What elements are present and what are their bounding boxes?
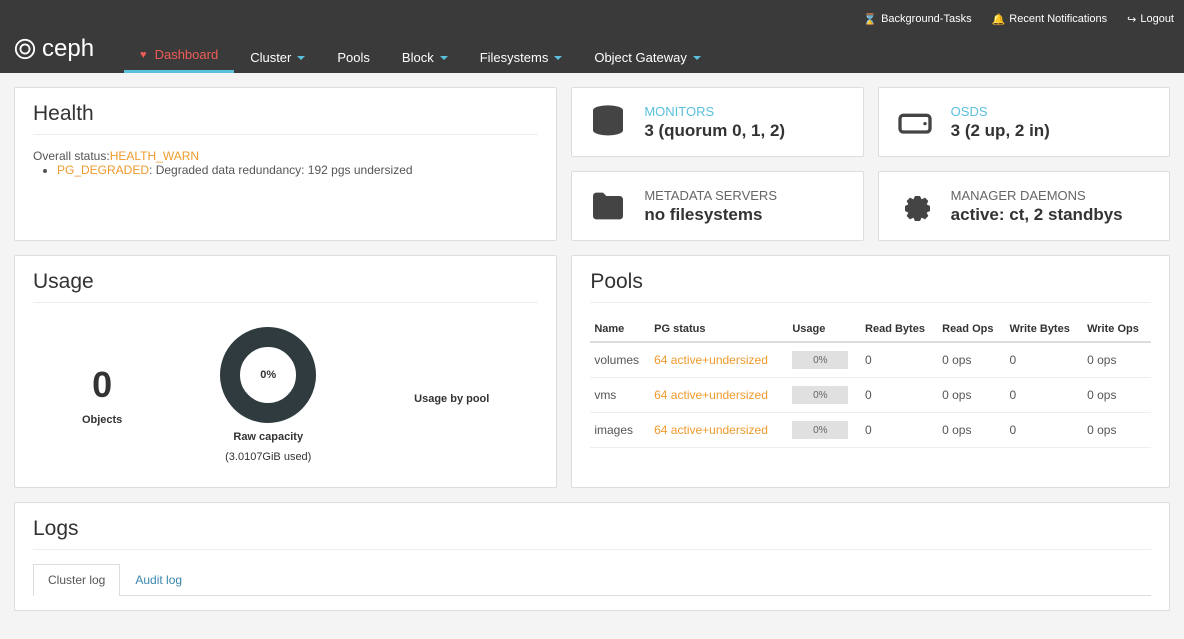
mgr-card[interactable]: MANAGER DAEMONS active: ct, 2 standbys: [878, 171, 1170, 241]
usage-title: Usage: [33, 270, 538, 303]
nav-block[interactable]: Block: [386, 40, 464, 73]
pools-title: Pools: [590, 270, 1151, 303]
navbar: ceph Dashboard Cluster Pools Block Files…: [0, 38, 1184, 73]
gear-icon: [895, 186, 935, 226]
nav-filesystems[interactable]: Filesystems: [464, 40, 579, 73]
cell-rb: 0: [861, 378, 938, 413]
mds-value: no filesystems: [644, 205, 777, 225]
cell-usage: 0%: [788, 342, 861, 378]
th-ro[interactable]: Read Ops: [938, 317, 1005, 342]
health-panel: Health Overall status:HEALTH_WARN PG_DEG…: [14, 87, 557, 241]
usage-by-pool-col: Usage by pool: [414, 385, 489, 405]
osds-title: OSDS: [951, 104, 1050, 119]
hourglass-icon: ⌛: [863, 13, 877, 26]
table-row[interactable]: images 64 active+undersized 0% 0 0 ops 0…: [590, 413, 1151, 448]
logs-title: Logs: [33, 517, 1151, 550]
health-title: Health: [33, 102, 538, 135]
cell-name: images: [590, 413, 650, 448]
cell-wo: 0 ops: [1083, 413, 1151, 448]
cell-name: vms: [590, 378, 650, 413]
cell-wo: 0 ops: [1083, 342, 1151, 378]
th-wo[interactable]: Write Ops: [1083, 317, 1151, 342]
objects-col: 0 Objects: [82, 364, 122, 426]
logs-tabs: Cluster log Audit log: [33, 564, 1151, 596]
usage-panel: Usage 0 Objects 0% Raw capacity (3.0107G…: [14, 255, 557, 488]
nav-cluster[interactable]: Cluster: [234, 40, 321, 73]
status-grid: MONITORS 3 (quorum 0, 1, 2) OSDS 3 (2 up, …: [571, 87, 1170, 241]
osds-value: 3 (2 up, 2 in): [951, 121, 1050, 141]
cell-usage: 0%: [788, 413, 861, 448]
cell-rb: 0: [861, 413, 938, 448]
objects-count: 0: [82, 364, 122, 406]
ceph-logo-icon: [14, 38, 36, 60]
cell-rb: 0: [861, 342, 938, 378]
cell-ro: 0 ops: [938, 342, 1005, 378]
mds-title: METADATA SERVERS: [644, 188, 777, 203]
tab-cluster-log[interactable]: Cluster log: [33, 564, 120, 596]
th-name[interactable]: Name: [590, 317, 650, 342]
chevron-down-icon: [554, 56, 562, 60]
hdd-icon: [895, 102, 935, 142]
topbar: ⌛Background-Tasks 🔔Recent Notifications …: [0, 0, 1184, 38]
background-tasks-link[interactable]: ⌛Background-Tasks: [863, 13, 971, 26]
tab-audit-log[interactable]: Audit log: [120, 564, 197, 595]
cell-pg: 64 active+undersized: [650, 413, 788, 448]
th-rb[interactable]: Read Bytes: [861, 317, 938, 342]
chevron-down-icon: [440, 56, 448, 60]
nav-pools[interactable]: Pools: [321, 40, 386, 73]
cell-pg: 64 active+undersized: [650, 342, 788, 378]
th-pg[interactable]: PG status: [650, 317, 788, 342]
cell-ro: 0 ops: [938, 378, 1005, 413]
cell-wo: 0 ops: [1083, 378, 1151, 413]
chevron-down-icon: [297, 56, 305, 60]
chevron-down-icon: [693, 56, 701, 60]
nav-dashboard[interactable]: Dashboard: [124, 37, 234, 73]
pools-panel: Pools Name PG status Usage Read Bytes Re…: [571, 255, 1170, 488]
pools-table: Name PG status Usage Read Bytes Read Ops…: [590, 317, 1151, 448]
cell-ro: 0 ops: [938, 413, 1005, 448]
mgr-value: active: ct, 2 standbys: [951, 205, 1123, 225]
database-icon: [588, 102, 628, 142]
cell-usage: 0%: [788, 378, 861, 413]
th-usage[interactable]: Usage: [788, 317, 861, 342]
table-row[interactable]: volumes 64 active+undersized 0% 0 0 ops …: [590, 342, 1151, 378]
folder-icon: [588, 186, 628, 226]
table-row[interactable]: vms 64 active+undersized 0% 0 0 ops 0 0 …: [590, 378, 1151, 413]
bell-icon: 🔔: [992, 13, 1006, 26]
health-status: Overall status:HEALTH_WARN PG_DEGRADED: …: [33, 149, 538, 177]
mds-card[interactable]: METADATA SERVERS no filesystems: [571, 171, 863, 241]
monitors-card[interactable]: MONITORS 3 (quorum 0, 1, 2): [571, 87, 863, 157]
logout-icon: ↪: [1127, 13, 1136, 26]
cell-wb: 0: [1006, 342, 1084, 378]
nav-object-gateway[interactable]: Object Gateway: [578, 40, 717, 73]
monitors-title: MONITORS: [644, 104, 785, 119]
cell-wb: 0: [1006, 413, 1084, 448]
cell-wb: 0: [1006, 378, 1084, 413]
osds-card[interactable]: OSDS 3 (2 up, 2 in): [878, 87, 1170, 157]
logout-link[interactable]: ↪Logout: [1127, 13, 1174, 26]
monitors-value: 3 (quorum 0, 1, 2): [644, 121, 785, 141]
logs-panel: Logs Cluster log Audit log: [14, 502, 1170, 611]
raw-capacity-donut: 0%: [220, 327, 316, 423]
raw-capacity-col: 0% Raw capacity (3.0107GiB used): [220, 327, 316, 463]
mgr-title: MANAGER DAEMONS: [951, 188, 1123, 203]
cell-pg: 64 active+undersized: [650, 378, 788, 413]
th-wb[interactable]: Write Bytes: [1006, 317, 1084, 342]
brand-logo[interactable]: ceph: [14, 35, 124, 73]
cell-name: volumes: [590, 342, 650, 378]
notifications-link[interactable]: 🔔Recent Notifications: [992, 13, 1108, 26]
